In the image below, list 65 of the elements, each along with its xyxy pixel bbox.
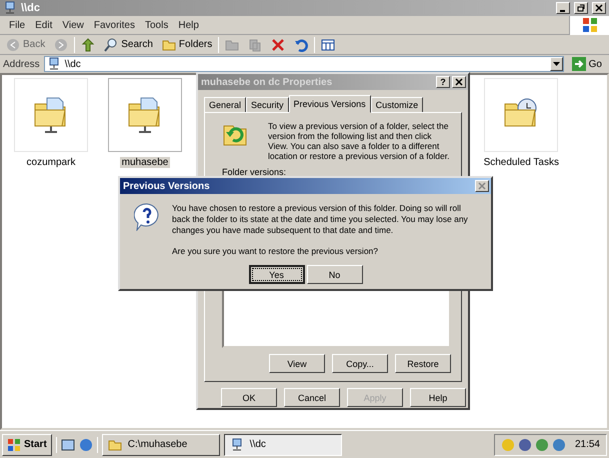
dropdown-button[interactable] xyxy=(550,57,563,71)
restore-button[interactable] xyxy=(574,2,588,14)
tab[interactable]: Security xyxy=(246,97,289,113)
clock: 21:54 xyxy=(574,439,600,450)
menu-item[interactable]: File xyxy=(4,20,30,30)
question-icon xyxy=(134,203,160,231)
minimize-button[interactable] xyxy=(556,2,570,14)
folder-icon[interactable] xyxy=(162,38,176,52)
dialog-button[interactable]: Help xyxy=(410,388,466,407)
views-icon[interactable] xyxy=(321,38,336,52)
network-computer-icon[interactable] xyxy=(230,438,244,452)
up-arrow-icon[interactable] xyxy=(81,38,96,52)
window-title: \\dc xyxy=(21,2,41,14)
taskbar-button[interactable]: \\dc xyxy=(224,434,342,456)
action-button[interactable]: Copy... xyxy=(332,354,388,373)
taskbar-button[interactable]: C:\muhasebe xyxy=(102,434,220,456)
folder-icon[interactable] xyxy=(108,438,122,452)
network-computer-icon[interactable] xyxy=(3,1,17,15)
windows-logo-icon[interactable] xyxy=(7,438,21,452)
desktop-icon[interactable] xyxy=(60,438,75,452)
dialog-button[interactable]: Yes xyxy=(248,265,304,284)
go-arrow-icon[interactable] xyxy=(572,57,586,71)
address-field[interactable]: \\dc xyxy=(44,56,564,72)
menu-item[interactable]: Edit xyxy=(30,20,58,30)
restore-icon xyxy=(577,4,585,12)
caret-icon xyxy=(552,62,560,66)
close-icon xyxy=(478,182,486,190)
close-icon xyxy=(595,4,603,12)
close-button[interactable] xyxy=(452,76,466,88)
go-button[interactable]: Go xyxy=(568,57,606,71)
folder-label[interactable]: cozumpark xyxy=(24,157,78,168)
close-button[interactable] xyxy=(592,2,606,14)
start-button[interactable]: Start xyxy=(2,434,52,456)
menu-item[interactable]: Tools xyxy=(140,20,174,30)
menu-item[interactable]: Help xyxy=(173,20,204,30)
address-value: \\dc xyxy=(64,58,81,70)
tab[interactable]: Previous Versions xyxy=(288,95,371,113)
network-computer-icon[interactable] xyxy=(46,57,61,71)
folder-tile[interactable] xyxy=(108,78,182,152)
folder-label[interactable]: Scheduled Tasks xyxy=(482,157,561,168)
folders-button[interactable]: Folders xyxy=(158,38,216,52)
menu-item[interactable]: Favorites xyxy=(88,20,140,30)
description-text: To view a previous version of a folder, select the version from the following list and then click View. You can also save a folder to a different location or restore a previous version of a folder. xyxy=(268,121,450,161)
action-button[interactable]: Restore xyxy=(395,354,451,373)
dialog-title: muhasebe on dc Properties xyxy=(201,76,334,88)
tab[interactable]: Customize xyxy=(370,97,424,113)
address-label: Address xyxy=(3,58,40,70)
search-button[interactable]: Search xyxy=(101,38,156,52)
question-text: Are you sure you want to restore the previous version? xyxy=(172,246,379,257)
delete-icon[interactable] xyxy=(271,38,286,52)
close-icon xyxy=(455,78,463,86)
close-button[interactable] xyxy=(475,180,489,192)
dialog-button[interactable]: OK xyxy=(221,388,277,407)
dialog-title: Previous Versions xyxy=(123,180,211,192)
folder-label[interactable]: muhasebe xyxy=(120,157,170,168)
search-icon[interactable] xyxy=(104,38,118,52)
action-button[interactable]: View xyxy=(269,354,325,373)
dialog-button[interactable]: No xyxy=(306,265,362,284)
help-button[interactable]: ? xyxy=(436,76,450,88)
menu-item[interactable]: View xyxy=(57,20,89,30)
message-text: You have chosen to restore a previous version of this folder. Doing so will roll back the folder to its state at the date and time you selected. You may lose any changes you have made subsequent to that date and time. xyxy=(172,203,469,236)
list-label: Folder versions: xyxy=(222,167,288,177)
tab[interactable]: General xyxy=(204,97,246,113)
undo-icon[interactable] xyxy=(294,38,308,52)
dialog-button[interactable]: Cancel xyxy=(284,388,340,407)
